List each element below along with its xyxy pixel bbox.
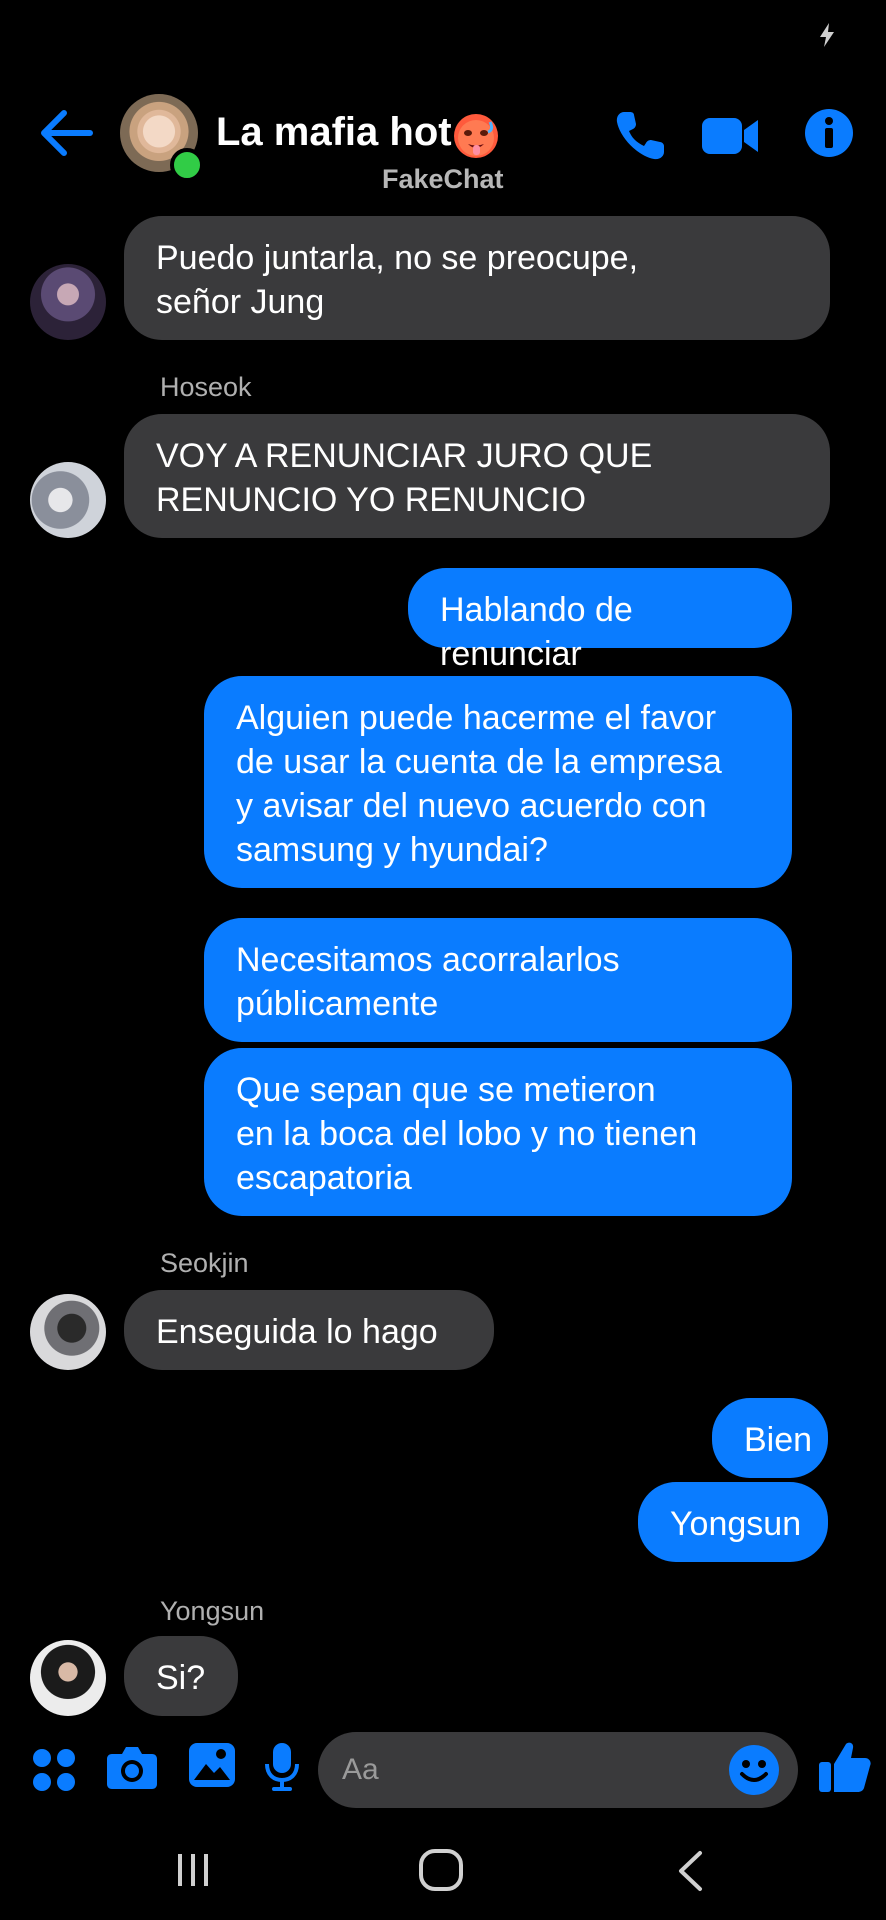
video-camera-icon[interactable] (700, 112, 760, 160)
emoji-icon[interactable] (728, 1744, 780, 1796)
microphone-icon[interactable] (264, 1742, 300, 1792)
outgoing-message-bubble[interactable]: Yongsun (638, 1482, 828, 1562)
hot-face-emoji-icon (454, 114, 498, 158)
incoming-message-bubble[interactable]: Si? (124, 1636, 238, 1716)
outgoing-message-bubble[interactable]: Bien (712, 1398, 828, 1478)
back-arrow-icon[interactable] (38, 108, 94, 158)
gallery-icon[interactable] (188, 1742, 236, 1788)
apps-grid-icon[interactable] (32, 1748, 76, 1792)
incoming-message-bubble[interactable]: Enseguida lo hago (124, 1290, 494, 1370)
charging-bolt-icon (820, 23, 834, 47)
chat-title[interactable]: La mafia hot (216, 110, 452, 155)
sender-avatar[interactable] (30, 264, 106, 340)
online-status-indicator (170, 148, 204, 182)
outgoing-message-bubble[interactable]: Alguien puede hacerme el favor de usar l… (204, 676, 792, 888)
outgoing-message-bubble[interactable]: Necesitamos acorralarlos públicamente (204, 918, 792, 1042)
camera-icon[interactable] (106, 1744, 158, 1790)
recents-nav-icon[interactable] (176, 1852, 210, 1888)
thumbs-up-icon[interactable] (818, 1740, 872, 1794)
sender-avatar[interactable] (30, 462, 106, 538)
home-nav-icon[interactable] (418, 1848, 464, 1892)
sender-avatar[interactable] (30, 1640, 106, 1716)
phone-icon[interactable] (612, 108, 668, 164)
sender-name: Hoseok (160, 372, 252, 402)
message-composer[interactable] (318, 1732, 798, 1808)
info-icon[interactable] (804, 108, 854, 158)
watermark-label: FakeChat (382, 164, 504, 194)
sender-name: Yongsun (160, 1596, 265, 1626)
sender-avatar[interactable] (30, 1294, 106, 1370)
outgoing-message-bubble[interactable]: Que sepan que se metieron en la boca del… (204, 1048, 792, 1216)
incoming-message-bubble[interactable]: VOY A RENUNCIAR JURO QUE RENUNCIO YO REN… (124, 414, 830, 538)
outgoing-message-bubble[interactable]: Hablando de renunciar (408, 568, 792, 673)
back-nav-icon[interactable] (676, 1850, 704, 1892)
incoming-message-bubble[interactable]: Puedo juntarla, no se preocupe, señor Ju… (124, 216, 830, 340)
message-input[interactable] (342, 1750, 702, 1790)
sender-name: Seokjin (160, 1248, 249, 1278)
